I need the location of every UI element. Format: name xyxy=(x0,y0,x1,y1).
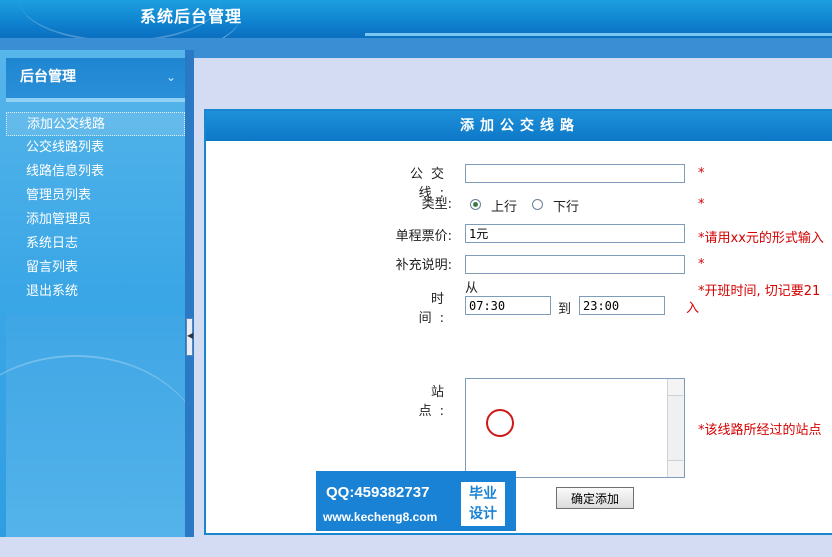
sidebar-title: 后台管理 xyxy=(20,69,76,85)
header-stripe xyxy=(365,33,832,36)
bus-line-input[interactable] xyxy=(465,164,685,183)
sidebar-menu: 添加公交线路 公交线路列表 线路信息列表 管理员列表 添加管理员 系统日志 留言… xyxy=(6,112,185,304)
sidebar-splitter[interactable]: ◀ xyxy=(185,50,194,537)
note-label: 补充说明: xyxy=(395,258,452,273)
scrollbar[interactable] xyxy=(667,379,684,477)
collapse-handle[interactable]: ◀ xyxy=(186,318,193,356)
stops-label: 站 点: xyxy=(418,385,452,419)
watermark: QQ:459382737 www.kecheng8.com 毕业 设计 xyxy=(316,471,516,531)
sidebar-decoration xyxy=(0,315,206,537)
fare-input[interactable] xyxy=(465,224,685,243)
badge-line-1: 毕业 xyxy=(469,486,497,502)
sidebar-item-line-info-list[interactable]: 线路信息列表 xyxy=(6,160,185,184)
app-header: 系统后台管理 xyxy=(0,0,832,38)
annotation-circle xyxy=(486,409,514,437)
type-label: 类型: xyxy=(421,197,452,212)
sidebar-item-bus-line-list[interactable]: 公交线路列表 xyxy=(6,136,185,160)
sidebar-divider xyxy=(6,98,185,102)
sidebar-item-system-log[interactable]: 系统日志 xyxy=(6,232,185,256)
time-hint: *开班时间, 切记要21 xyxy=(698,284,821,299)
fare-label: 单程票价: xyxy=(395,229,452,244)
required-mark: * xyxy=(698,197,705,212)
start-time-input[interactable] xyxy=(465,296,551,315)
arrow-left-icon: ◀ xyxy=(187,331,194,340)
note-input[interactable] xyxy=(465,255,685,274)
chevron-down-icon[interactable]: ⌄ xyxy=(166,70,176,84)
watermark-url: www.kecheng8.com xyxy=(323,510,438,524)
stops-hint: *该线路所经过的站点 xyxy=(698,423,822,438)
fare-hint: *请用xx元的形式输入 xyxy=(698,231,824,246)
sidebar-item-message-list[interactable]: 留言列表 xyxy=(6,256,185,280)
sidebar-item-logout[interactable]: 退出系统 xyxy=(6,280,185,304)
sidebar: 后台管理 ⌄ 添加公交线路 公交线路列表 线路信息列表 管理员列表 添加管理员 … xyxy=(0,50,206,537)
radio-up-label[interactable]: 上行 xyxy=(491,196,517,215)
end-time-input[interactable] xyxy=(579,296,665,315)
main-content: 添加公交线路 公交线: * 类型: 上行 下行 * 单程票价: *请用xx元的形… xyxy=(194,58,832,537)
watermark-qq: QQ:459382737 xyxy=(326,484,430,501)
app-title: 系统后台管理 xyxy=(140,7,243,26)
required-mark: * xyxy=(698,257,705,272)
watermark-badge: 毕业 设计 xyxy=(461,482,505,526)
time-hint-cont: 入 xyxy=(686,301,700,316)
time-label: 时 间: xyxy=(418,292,452,326)
form-title: 添加公交线路 xyxy=(206,111,832,141)
sidebar-header[interactable]: 后台管理 ⌄ xyxy=(6,58,185,98)
sidebar-item-add-admin[interactable]: 添加管理员 xyxy=(6,208,185,232)
radio-down-label[interactable]: 下行 xyxy=(553,196,579,215)
radio-down[interactable] xyxy=(532,199,543,210)
radio-up[interactable] xyxy=(470,199,481,210)
time-to-label: 到 xyxy=(558,302,572,317)
submit-button[interactable]: 确定添加 xyxy=(556,487,634,509)
time-from-label: 从 xyxy=(465,281,479,296)
required-mark: * xyxy=(698,166,705,181)
form-panel: 添加公交线路 公交线: * 类型: 上行 下行 * 单程票价: *请用xx元的形… xyxy=(204,109,832,535)
sidebar-item-admin-list[interactable]: 管理员列表 xyxy=(6,184,185,208)
stops-textarea[interactable] xyxy=(465,378,685,478)
badge-line-2: 设计 xyxy=(469,506,497,522)
sidebar-item-add-bus-line[interactable]: 添加公交线路 xyxy=(6,112,185,136)
